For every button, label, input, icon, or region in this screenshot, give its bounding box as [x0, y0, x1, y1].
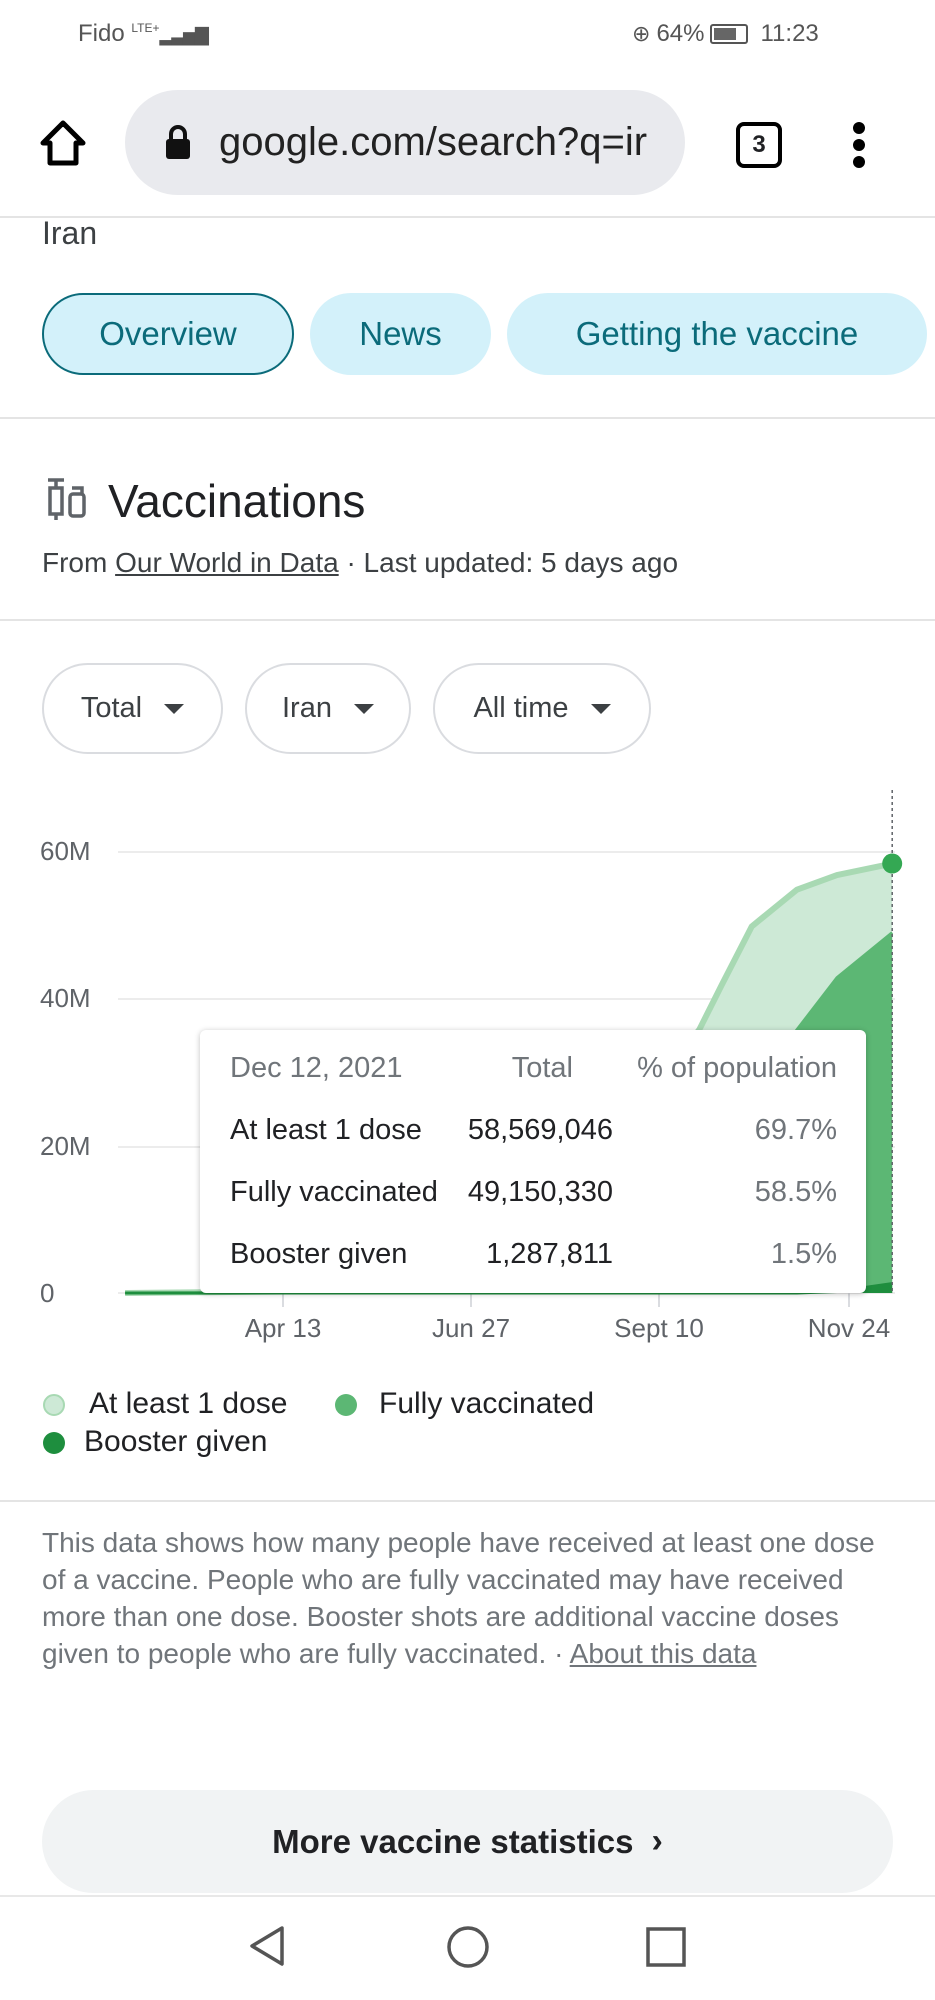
row-total: 49,150,330: [467, 1176, 613, 1208]
caret-down-icon: [590, 703, 611, 714]
vaccine-icon: [48, 478, 86, 520]
status-right: ⊕ 64% 11:23: [632, 20, 819, 48]
more-vaccine-statistics-button[interactable]: More vaccine statistics ›: [42, 1790, 893, 1893]
x-tick-label: Apr 13: [244, 1313, 322, 1343]
caret-down-icon: [164, 703, 185, 714]
carrier-name: Fido: [78, 20, 125, 47]
row-total: 1,287,811: [486, 1238, 613, 1270]
row-pct: 58.5%: [754, 1176, 837, 1208]
region-dropdown[interactable]: Iran: [245, 663, 411, 754]
back-nav-button[interactable]: [246, 1924, 288, 1968]
network-type: LTE+: [131, 21, 160, 35]
legend-swatch-fully-vaccinated: [335, 1394, 357, 1416]
dropdown-label: Total: [80, 692, 143, 724]
x-tick-label: Nov 24: [807, 1313, 891, 1343]
chevron-right-icon: ›: [651, 1822, 663, 1860]
x-tick-label: Sept 10: [614, 1313, 704, 1343]
dropdown-label: All time: [473, 692, 569, 724]
home-nav-button[interactable]: [446, 1925, 490, 1969]
row-total: 58,569,046: [467, 1114, 613, 1146]
section-title: Vaccinations: [108, 475, 366, 527]
home-icon: [40, 120, 86, 166]
tab-switcher-button[interactable]: 3: [736, 122, 782, 168]
last-updated: · Last updated: 5 days ago: [338, 547, 679, 578]
time-range-dropdown[interactable]: All time: [433, 663, 651, 754]
query-title: Iran: [42, 215, 98, 251]
legend-label: Booster given: [84, 1425, 268, 1458]
dropdown-label: Iran: [282, 692, 332, 724]
menu-button[interactable]: [852, 122, 866, 173]
tab-getting-the-vaccine[interactable]: Getting the vaccine: [507, 293, 927, 375]
caret-down-icon: [353, 703, 374, 714]
clock: 11:23: [760, 20, 819, 47]
x-tick-label: Jun 27: [431, 1313, 511, 1343]
recents-nav-button[interactable]: [646, 1927, 686, 1967]
url-text: google.com/search?q=ir: [219, 120, 648, 164]
data-description: This data shows how many people have rec…: [42, 1524, 902, 1672]
home-button[interactable]: [38, 118, 88, 173]
tooltip-pct-header: % of population: [637, 1052, 837, 1084]
url-bar[interactable]: google.com/search?q=ir: [125, 90, 685, 195]
battery-icon: [710, 24, 749, 44]
tab-label: Overview: [99, 315, 237, 352]
tooltip-total-header: Total: [511, 1052, 573, 1084]
lock-icon: [166, 124, 190, 159]
row-label: Booster given: [230, 1238, 408, 1270]
source-line: From Our World in Data · Last updated: 5…: [42, 547, 678, 579]
legend-swatch-first-dose: [43, 1394, 65, 1416]
legend-swatch-booster: [43, 1432, 65, 1454]
signal-icon: ▂▃▅▇: [159, 25, 208, 45]
legend-label: Fully vaccinated: [379, 1387, 595, 1420]
source-link[interactable]: Our World in Data: [115, 547, 339, 578]
battery-percent: 64%: [656, 20, 705, 47]
hover-point: [882, 853, 903, 874]
chart-tooltip: Dec 12, 2021 Total % of population At le…: [200, 1030, 866, 1293]
data-saver-icon: ⊕: [632, 21, 651, 46]
tab-news[interactable]: News: [310, 293, 491, 375]
more-vert-icon: [853, 122, 865, 168]
row-label: Fully vaccinated: [230, 1176, 438, 1208]
legend-label: At least 1 dose: [89, 1387, 288, 1420]
tab-label: News: [359, 315, 442, 352]
source-prefix: From: [42, 547, 116, 578]
metric-dropdown[interactable]: Total: [42, 663, 223, 754]
tooltip-date: Dec 12, 2021: [230, 1052, 403, 1084]
tab-label: Getting the vaccine: [575, 315, 859, 352]
tab-overview[interactable]: Overview: [42, 293, 294, 375]
tab-count: 3: [752, 131, 766, 158]
button-label: More vaccine statistics: [272, 1822, 634, 1860]
about-data-link[interactable]: About this data: [570, 1638, 757, 1669]
row-label: At least 1 dose: [230, 1114, 422, 1146]
row-pct: 69.7%: [754, 1114, 837, 1146]
carrier: Fido LTE+▂▃▅▇: [78, 20, 209, 48]
row-pct: 1.5%: [770, 1238, 837, 1270]
